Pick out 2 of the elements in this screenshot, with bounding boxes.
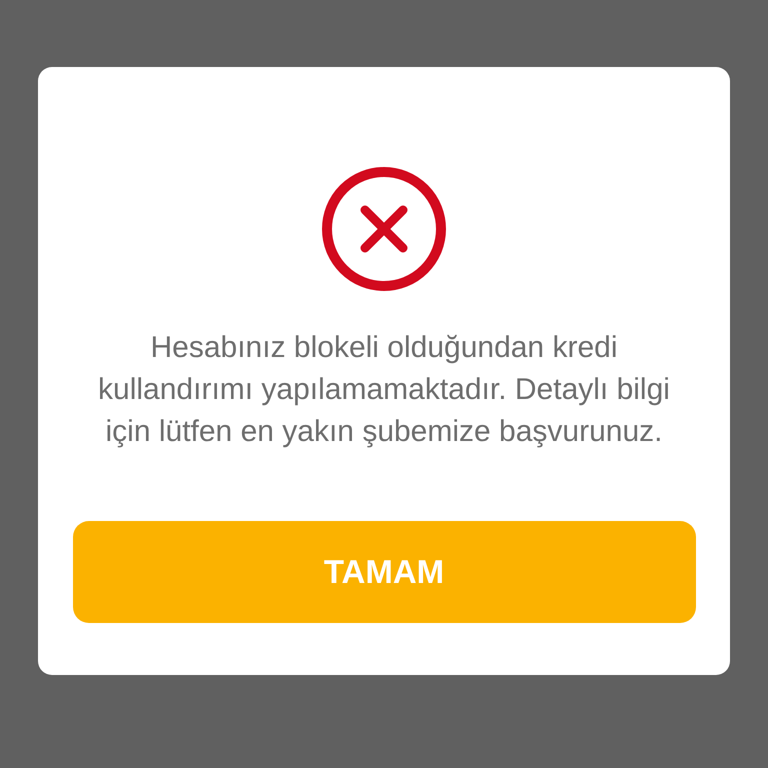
ok-button[interactable]: TAMAM	[72, 521, 696, 623]
error-message: Hesabınız blokeli olduğundan kredi kullandırımı yapılamamaktadır. Detaylı bilgi için lütfen en yakın şubemize başvurunuz.	[97, 330, 671, 450]
